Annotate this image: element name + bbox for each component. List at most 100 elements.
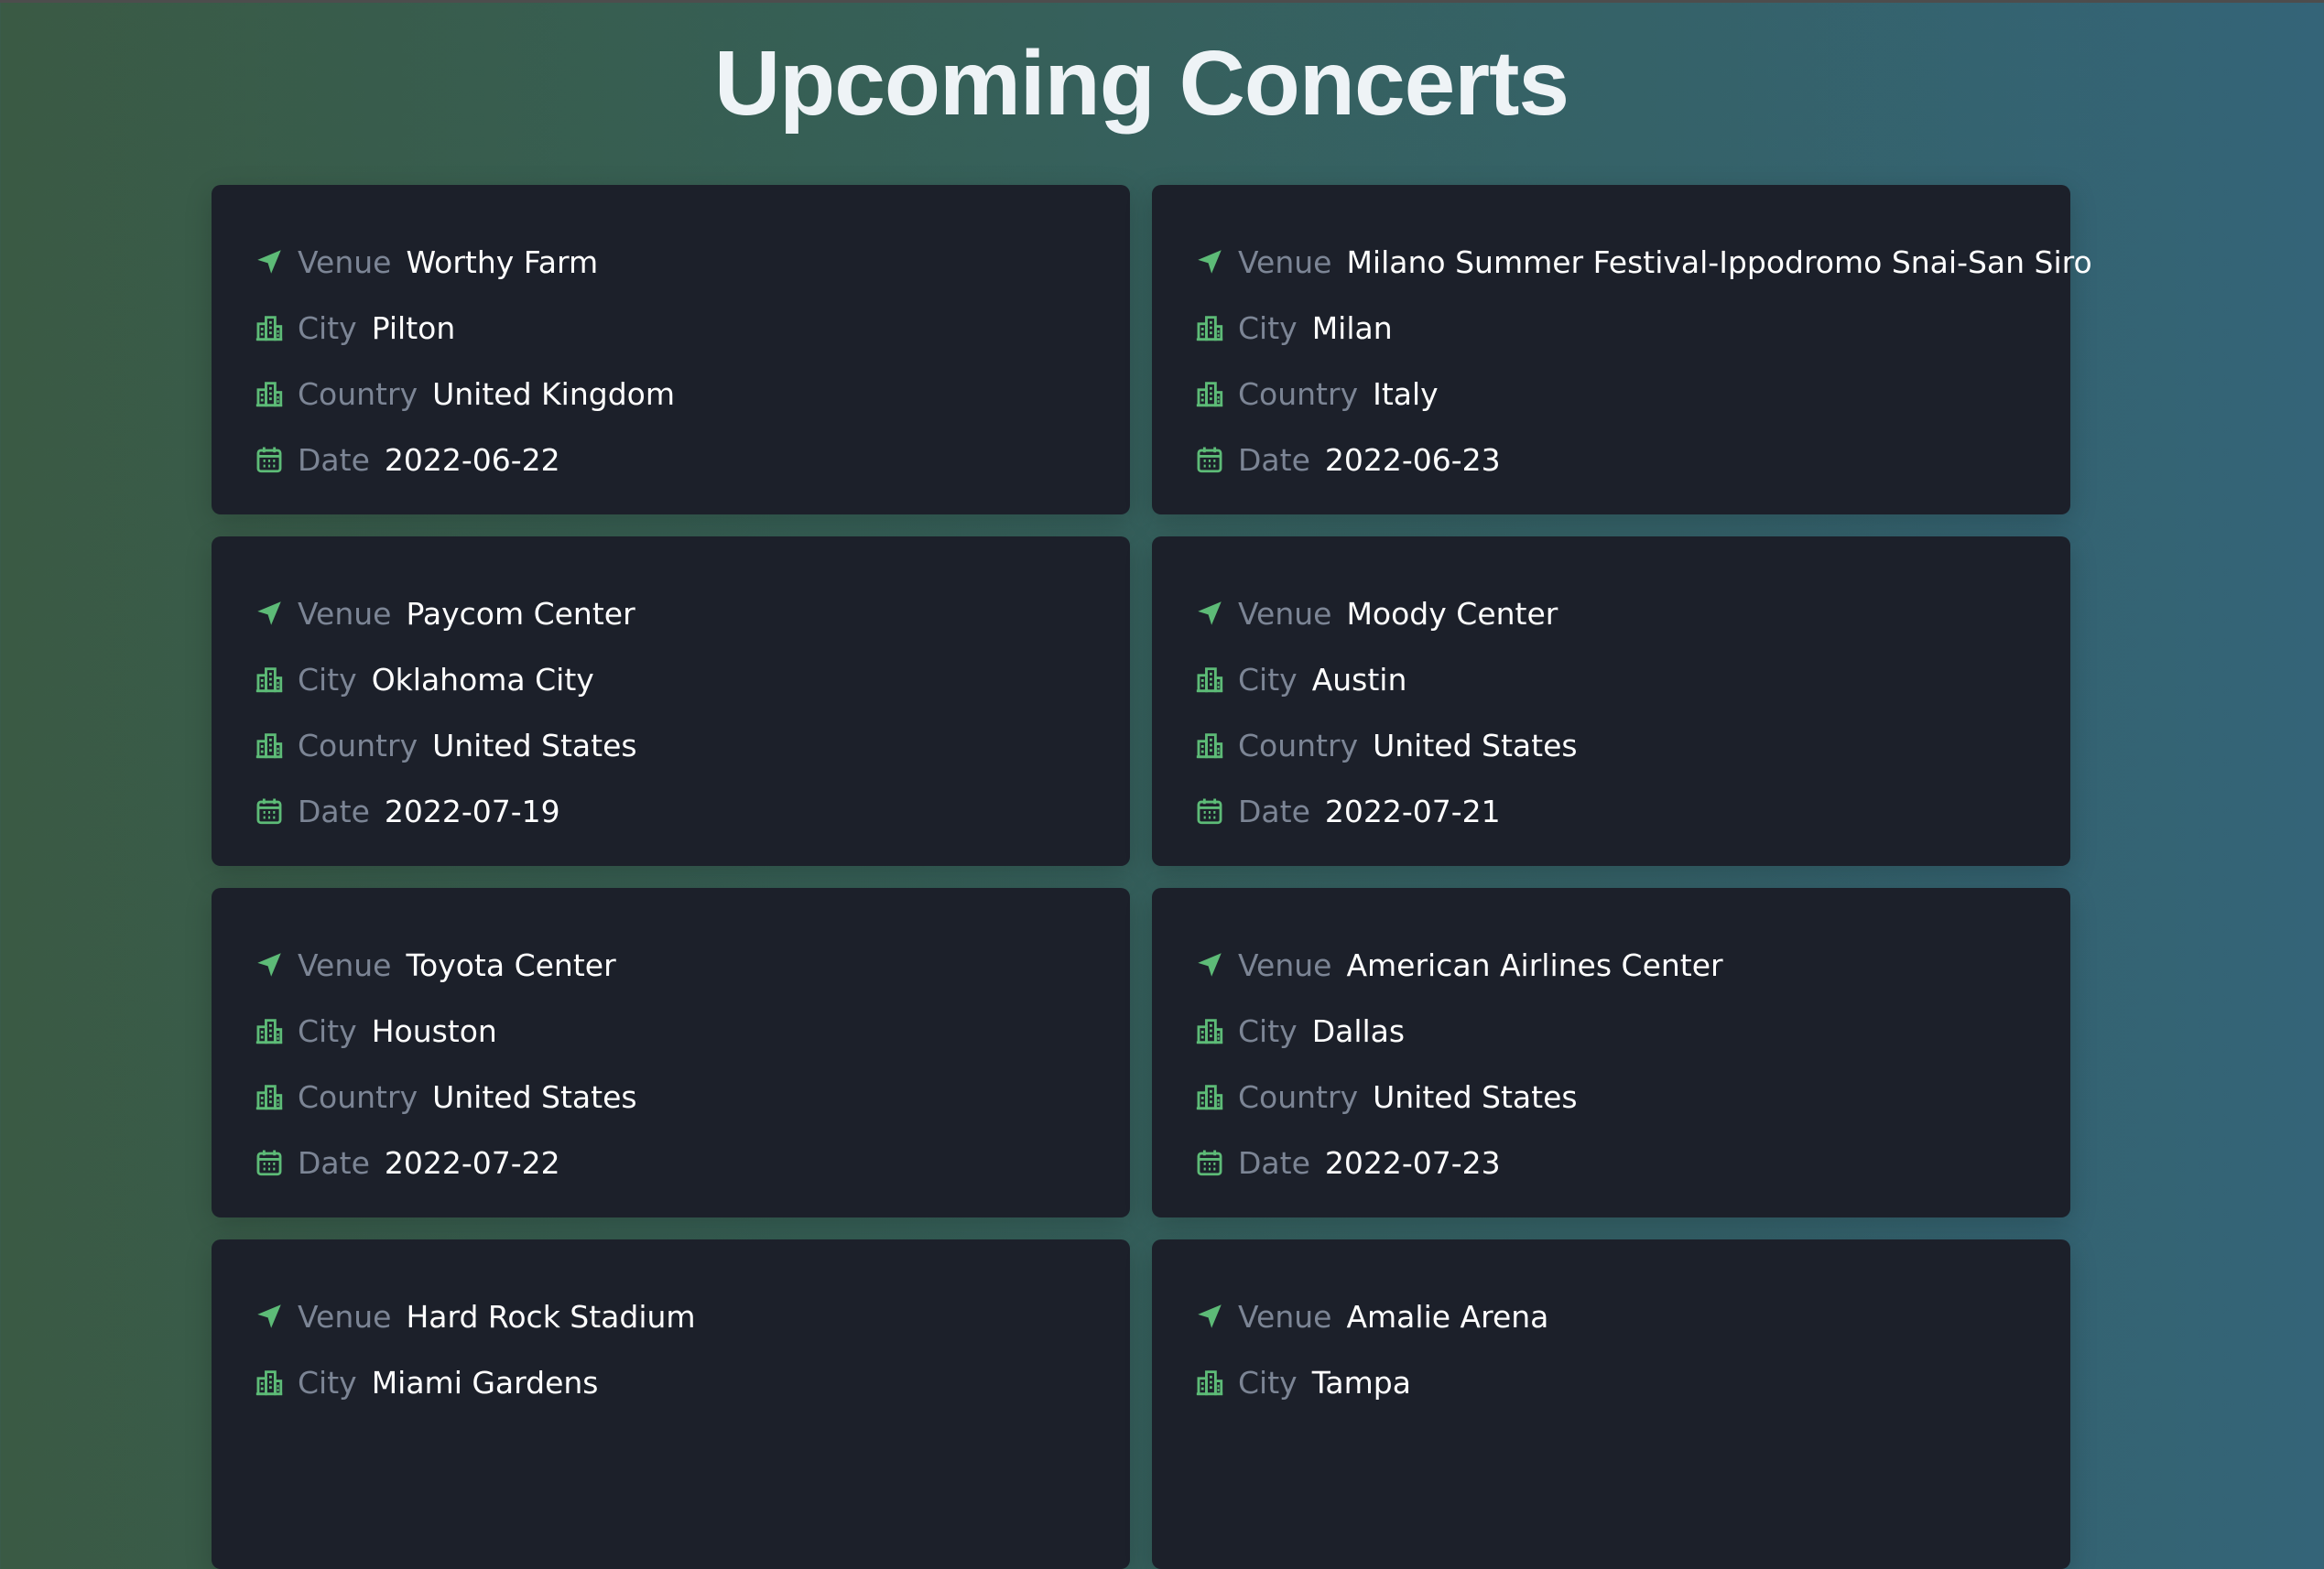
concert-city-value: Houston [371,1012,497,1049]
city-buildings-icon [1194,1081,1225,1112]
concert-card: Venue Milano Summer Festival-Ippodromo Sn… [1152,185,2092,514]
concert-venue-label: Venue [298,595,392,632]
concert-venue-value: Moody Center [1346,595,1558,632]
concert-city-label: City [298,309,357,346]
concert-date-label: Date [298,793,370,829]
concert-date-label: Date [1238,441,1310,478]
city-buildings-icon [1194,312,1225,343]
concert-date-value: 2022-07-21 [1324,793,1501,829]
concert-date-value: 2022-06-23 [1324,441,1501,478]
concert-city-label: City [298,661,357,698]
concert-venue-row: Venue Milano Summer Festival-Ippodromo Sn… [1194,229,2092,295]
concert-city-row: City Oklahoma City [254,646,1130,712]
concert-grid: Venue Worthy Farm City Pilton Country United … [212,185,2092,1569]
concert-city-row: City Tampa [1194,1349,2070,1415]
concert-city-label: City [1238,1364,1298,1401]
concert-card: Venue Toyota Center City Houston Country Unit… [212,888,1130,1217]
concert-date-label: Date [1238,1144,1310,1181]
concert-date-row: Date 2022-07-22 [254,1130,1130,1196]
concert-city-row: City Miami Gardens [254,1349,1130,1415]
concert-city-value: Tampa [1311,1364,1411,1401]
concert-date-row: Date 2022-07-21 [1194,778,2070,844]
concert-country-row: Country United States [254,712,1130,778]
concert-venue-value: Worthy Farm [406,243,599,280]
location-arrow-icon [254,949,285,980]
concert-country-value: United States [432,1078,637,1115]
concert-date-label: Date [298,441,370,478]
concert-date-row: Date 2022-07-23 [1194,1130,2070,1196]
city-buildings-icon [1194,1015,1225,1046]
calendar-icon [254,1147,285,1178]
concert-country-label: Country [298,727,418,763]
concert-date-value: 2022-07-23 [1324,1144,1501,1181]
concert-country-label: Country [298,375,418,412]
city-buildings-icon [1194,664,1225,695]
concert-city-value: Miami Gardens [371,1364,599,1401]
city-buildings-icon [1194,730,1225,761]
concert-venue-label: Venue [298,243,392,280]
concert-venue-row: Venue Hard Rock Stadium [254,1283,1130,1349]
concert-country-row: Country Italy [1194,361,2070,427]
concert-card: Venue Amalie Arena City Tampa [1152,1239,2070,1569]
concert-date-row: Date 2022-06-22 [254,427,1130,492]
calendar-icon [254,795,285,827]
concert-card: Venue Paycom Center City Oklahoma City Count… [212,536,1130,866]
concert-date-value: 2022-06-22 [384,441,560,478]
concert-city-value: Austin [1311,661,1407,698]
concert-card: Venue Worthy Farm City Pilton Country United … [212,185,1130,514]
city-buildings-icon [254,1367,285,1398]
city-buildings-icon [1194,1367,1225,1398]
concert-venue-value: Milano Summer Festival-Ippodromo Snai-Sa… [1346,243,2092,280]
concert-date-label: Date [298,1144,370,1181]
concert-venue-row: Venue American Airlines Center [1194,932,2070,998]
concert-city-label: City [298,1364,357,1401]
location-arrow-icon [254,1301,285,1332]
calendar-icon [1194,795,1225,827]
concert-venue-value: American Airlines Center [1346,947,1723,983]
concert-city-row: City Pilton [254,295,1130,361]
concert-city-label: City [1238,1012,1298,1049]
concert-venue-row: Venue Moody Center [1194,580,2070,646]
concert-city-label: City [1238,309,1298,346]
concert-card: Venue Moody Center City Austin Country United… [1152,536,2070,866]
location-arrow-icon [254,598,285,629]
concert-card: Venue Hard Rock Stadium City Miami Gardens [212,1239,1130,1569]
city-buildings-icon [254,378,285,409]
city-buildings-icon [1194,378,1225,409]
concert-date-value: 2022-07-22 [384,1144,560,1181]
concert-country-value: Italy [1373,375,1439,412]
concert-country-label: Country [1238,375,1359,412]
concert-country-row: Country United States [1194,712,2070,778]
concert-date-value: 2022-07-19 [384,793,560,829]
concert-country-row: Country United Kingdom [254,361,1130,427]
concert-city-row: City Austin [1194,646,2070,712]
concert-country-label: Country [1238,1078,1359,1115]
location-arrow-icon [1194,1301,1225,1332]
concert-date-label: Date [1238,793,1310,829]
concert-country-label: Country [298,1078,418,1115]
calendar-icon [254,444,285,475]
concert-venue-value: Paycom Center [406,595,635,632]
concert-venue-row: Venue Worthy Farm [254,229,1130,295]
concert-date-row: Date 2022-07-19 [254,778,1130,844]
concert-venue-row: Venue Paycom Center [254,580,1130,646]
concert-city-value: Oklahoma City [371,661,594,698]
concert-venue-row: Venue Toyota Center [254,932,1130,998]
concert-country-value: United States [1373,727,1578,763]
concert-venue-label: Venue [1238,595,1332,632]
concert-country-value: United States [432,727,637,763]
concert-city-row: City Dallas [1194,998,2070,1064]
city-buildings-icon [254,312,285,343]
location-arrow-icon [1194,949,1225,980]
concert-venue-row: Venue Amalie Arena [1194,1283,2070,1349]
concert-venue-value: Hard Rock Stadium [406,1298,696,1335]
concert-country-label: Country [1238,727,1359,763]
city-buildings-icon [254,664,285,695]
concert-city-row: City Milan [1194,295,2070,361]
concert-card: Venue American Airlines Center City Dallas C… [1152,888,2070,1217]
concert-venue-value: Toyota Center [406,947,616,983]
city-buildings-icon [254,730,285,761]
city-buildings-icon [254,1081,285,1112]
concert-country-value: United Kingdom [432,375,675,412]
calendar-icon [1194,444,1225,475]
